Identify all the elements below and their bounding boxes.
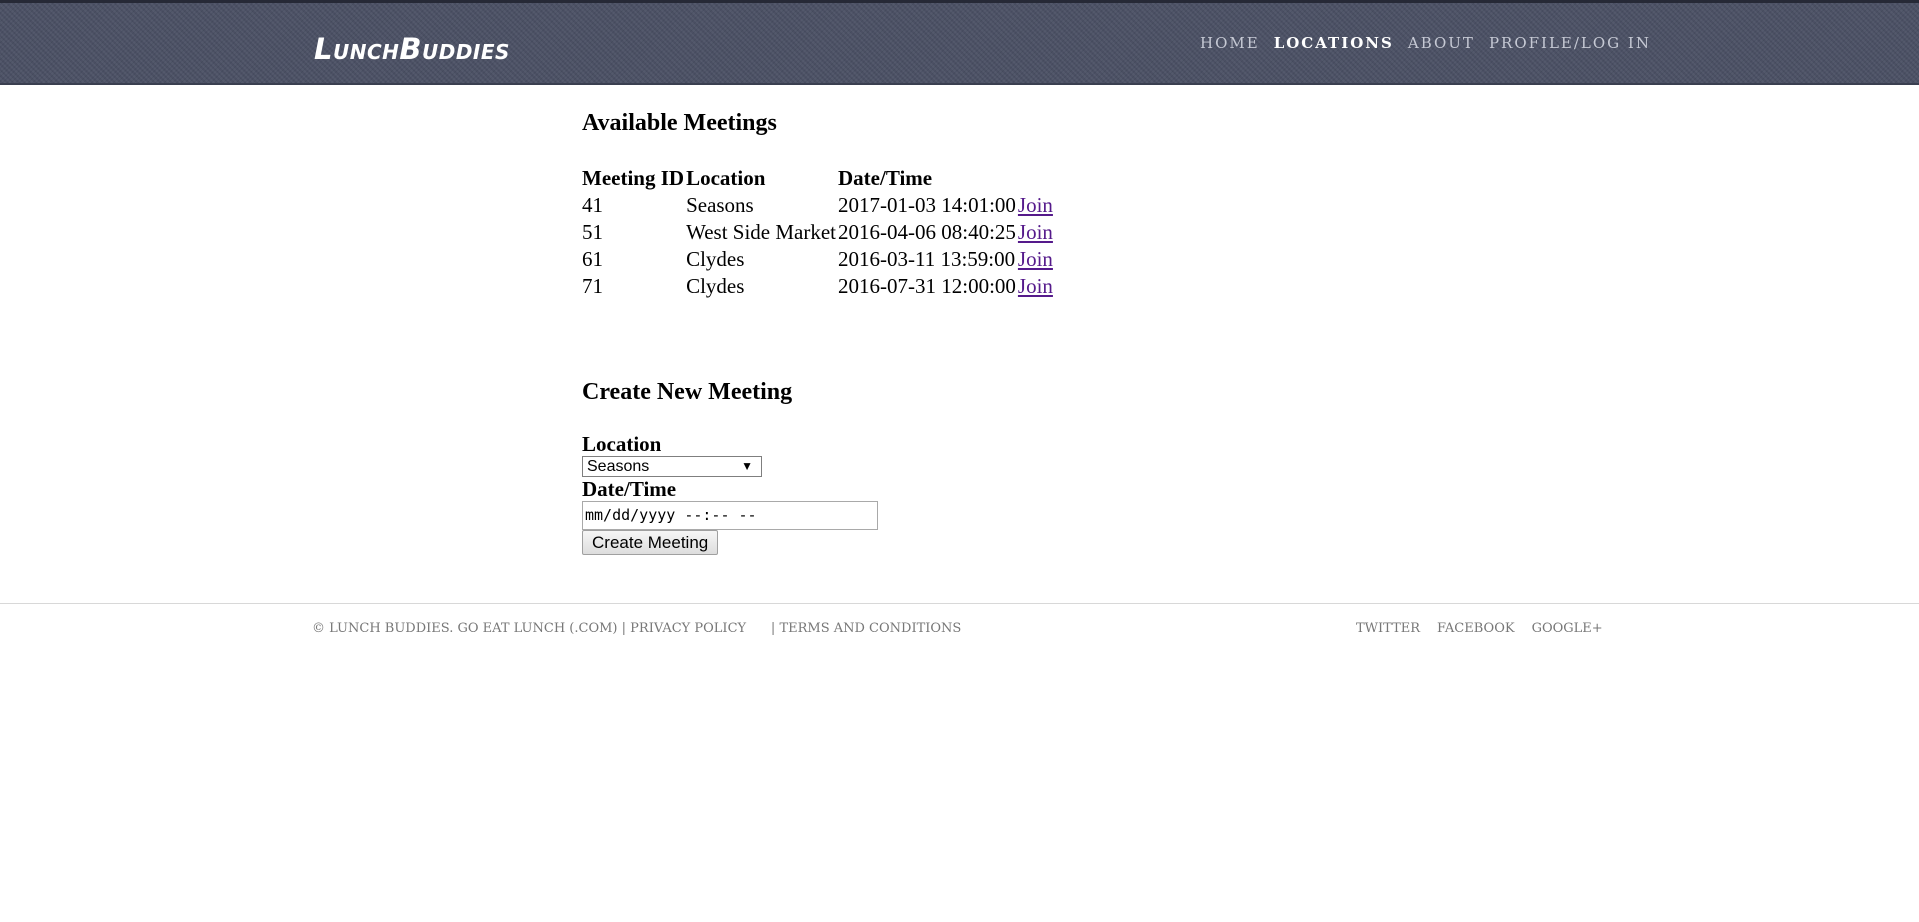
table-row: 61 Clydes 2016-03-11 13:59:00 Join <box>582 246 1053 273</box>
join-link[interactable]: Join <box>1018 247 1053 271</box>
site-logo[interactable]: LunchBuddies <box>314 32 510 66</box>
dropdown-arrow-icon: ▼ <box>741 459 753 473</box>
create-meeting-heading: Create New Meeting <box>582 379 793 405</box>
footer-divider <box>0 603 1919 604</box>
column-header-datetime: Date/Time <box>838 166 933 190</box>
meeting-datetime-cell: 2017-01-03 14:01:00 <box>838 193 1016 217</box>
meeting-location-cell: Clydes <box>686 274 745 298</box>
meeting-id-cell: 51 <box>582 220 603 244</box>
copyright-text: © Lunch Buddies. Go Eat Lunch (.com) <box>312 621 618 636</box>
meeting-id-cell: 61 <box>582 247 603 271</box>
privacy-policy-link[interactable]: Privacy Policy <box>630 621 746 636</box>
twitter-link[interactable]: Twitter <box>1356 621 1420 636</box>
meeting-datetime-cell: 2016-04-06 08:40:25 <box>838 220 1016 244</box>
location-select-value: Seasons <box>587 458 650 475</box>
column-header-meeting-id: Meeting ID <box>582 166 685 190</box>
google-plus-link[interactable]: Google+ <box>1532 621 1603 636</box>
meetings-table: Meeting ID Location Date/Time 41 Seasons… <box>580 165 1055 300</box>
join-link[interactable]: Join <box>1018 220 1053 244</box>
datetime-label: Date/Time <box>582 477 677 501</box>
meeting-location-cell: West Side Market <box>686 220 837 244</box>
location-select[interactable]: Seasons ▼ <box>582 456 762 477</box>
site-header: LunchBuddies Home Locations About Profil… <box>0 0 1919 85</box>
facebook-link[interactable]: Facebook <box>1437 621 1515 636</box>
terms-link[interactable]: Terms and Conditions <box>779 621 961 636</box>
nav-about[interactable]: About <box>1408 34 1475 52</box>
meeting-datetime-cell: 2016-07-31 12:00:00 <box>838 274 1016 298</box>
table-row: 51 West Side Market 2016-04-06 08:40:25 … <box>582 219 1053 246</box>
column-header-location: Location <box>686 166 766 190</box>
column-header-action <box>1018 165 1053 192</box>
footer-left: © Lunch Buddies. Go Eat Lunch (.com) | P… <box>312 621 961 636</box>
datetime-input[interactable]: mm/dd/yyyy --:-- -- <box>582 501 878 530</box>
meeting-action-cell: Join <box>1018 219 1053 246</box>
footer-separator: | <box>770 621 776 636</box>
meeting-action-cell: Join <box>1018 246 1053 273</box>
meeting-id-cell: 41 <box>582 193 603 217</box>
location-label: Location <box>582 432 662 456</box>
join-link[interactable]: Join <box>1018 274 1053 298</box>
create-meeting-button[interactable]: Create Meeting <box>582 530 719 555</box>
nav-profile-login[interactable]: Profile/Log in <box>1489 34 1651 52</box>
meeting-action-cell: Join <box>1018 273 1053 300</box>
join-link[interactable]: Join <box>1018 193 1053 217</box>
main-nav: Home Locations About Profile/Log in <box>1200 34 1651 52</box>
table-row: 41 Seasons 2017-01-03 14:01:00 Join <box>582 192 1053 219</box>
nav-home[interactable]: Home <box>1200 34 1260 52</box>
available-meetings-heading: Available Meetings <box>582 110 777 136</box>
table-header-row: Meeting ID Location Date/Time <box>582 165 1053 192</box>
create-meeting-form: Location Seasons ▼ Date/Time mm/dd/yyyy … <box>582 433 878 555</box>
meeting-id-cell: 71 <box>582 274 603 298</box>
meeting-location-cell: Clydes <box>686 247 745 271</box>
social-links: Twitter Facebook Google+ <box>1356 621 1603 636</box>
footer-separator: | <box>621 621 627 636</box>
nav-locations[interactable]: Locations <box>1274 34 1394 52</box>
meeting-datetime-cell: 2016-03-11 13:59:00 <box>838 247 1016 271</box>
meeting-action-cell: Join <box>1018 192 1053 219</box>
table-row: 71 Clydes 2016-07-31 12:00:00 Join <box>582 273 1053 300</box>
meeting-location-cell: Seasons <box>686 193 754 217</box>
